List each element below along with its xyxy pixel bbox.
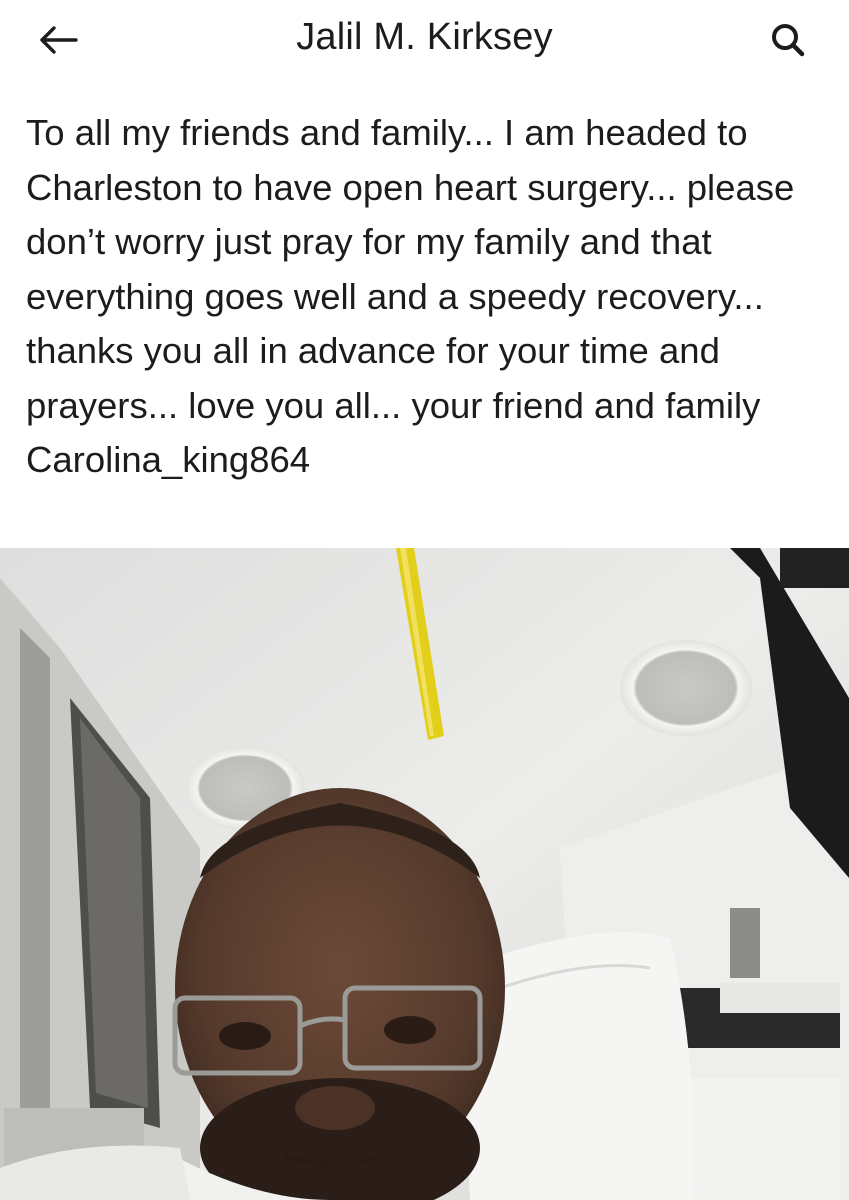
search-icon	[768, 20, 808, 65]
top-app-bar: Jalil M. Kirksey	[0, 0, 849, 90]
post-text: To all my friends and family... I am hea…	[26, 112, 795, 480]
arrow-left-icon	[36, 23, 80, 62]
search-button[interactable]	[758, 14, 818, 70]
post-body: To all my friends and family... I am hea…	[26, 106, 826, 488]
profile-name-title: Jalil M. Kirksey	[296, 16, 553, 58]
back-button[interactable]	[28, 14, 88, 70]
post-photo[interactable]	[0, 548, 849, 1200]
